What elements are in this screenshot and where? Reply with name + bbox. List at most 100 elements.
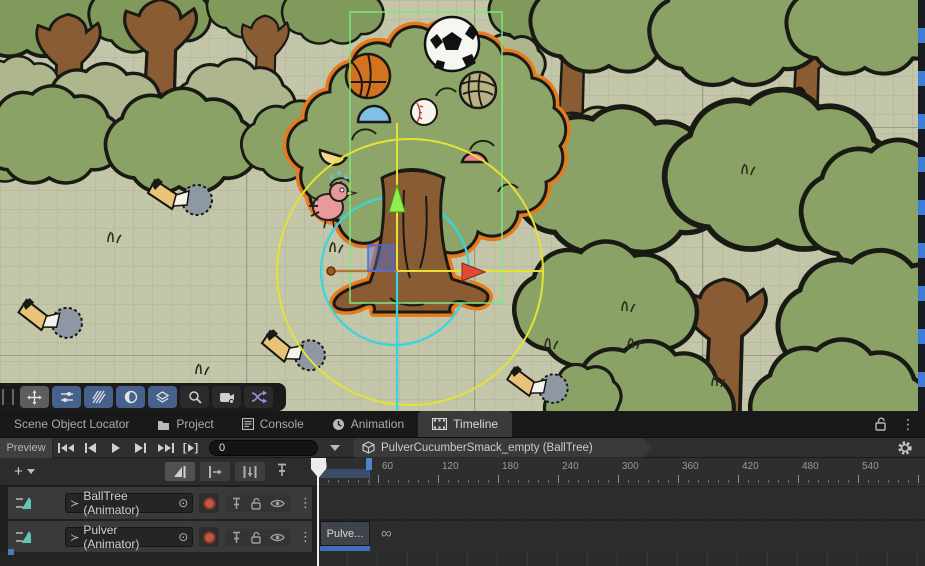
- sphere-tool-icon[interactable]: [116, 386, 145, 408]
- eye-icon[interactable]: [270, 532, 285, 543]
- record-button[interactable]: [199, 527, 219, 547]
- object-picker-icon[interactable]: ⊙: [178, 530, 188, 544]
- animation-track-icon: [16, 495, 31, 511]
- frame-number-field[interactable]: 0: [209, 440, 318, 456]
- tab-console[interactable]: Console: [228, 411, 318, 437]
- play-range-button[interactable]: []: [178, 439, 203, 457]
- playhead-line: [317, 474, 319, 566]
- shuffle-tool-icon[interactable]: [244, 386, 273, 408]
- ruler-minor-tick: [338, 480, 339, 483]
- animator-glyph-icon: ≻: [70, 531, 79, 544]
- ruler-minor-tick: [748, 480, 749, 483]
- animation-clip[interactable]: Pulve...: [320, 521, 370, 546]
- timeline-range-end-marker[interactable]: [366, 458, 372, 470]
- track-row-pulver: ≻ Pulver (Animator) ⊙ ⋮: [0, 521, 925, 553]
- scene-viewport[interactable]: [0, 0, 925, 412]
- basketball: [346, 54, 390, 98]
- ruler-label: 60: [382, 461, 393, 472]
- kebab-menu-icon[interactable]: ⋮: [901, 416, 915, 433]
- ruler-minor-tick: [828, 480, 829, 483]
- ruler-minor-tick: [528, 480, 529, 483]
- ripple-mode-button[interactable]: [200, 462, 230, 481]
- skip-end-button[interactable]: [153, 439, 178, 457]
- ruler-label: 300: [622, 461, 639, 472]
- track-row-balltree: ≻ BallTree (Animator) ⊙ ⋮: [0, 487, 925, 519]
- search-tool-icon[interactable]: [180, 386, 209, 408]
- hatch-tool-icon[interactable]: [84, 386, 113, 408]
- unlock-icon[interactable]: [874, 417, 887, 431]
- ruler-major-tick: [498, 475, 499, 483]
- timeline-breadcrumb[interactable]: PulverCucumberSmack_empty (BallTree): [354, 438, 652, 458]
- ruler-label: 120: [442, 461, 459, 472]
- folder-icon: [157, 419, 170, 430]
- sliders-tool-icon[interactable]: [52, 386, 81, 408]
- kebab-icon[interactable]: ⋮: [299, 498, 312, 508]
- pin-icon[interactable]: [231, 531, 242, 544]
- ruler-minor-tick: [458, 480, 459, 483]
- object-picker-icon[interactable]: ⊙: [178, 496, 188, 510]
- prev-frame-button[interactable]: [78, 439, 103, 457]
- ruler-major-tick: [858, 475, 859, 483]
- ruler-minor-tick: [688, 480, 689, 483]
- timeline-ruler[interactable]: 060120180240300360420480540: [317, 458, 925, 486]
- gizmo-orange-dot[interactable]: [327, 267, 335, 275]
- ruler-minor-tick: [588, 480, 589, 483]
- track-content-balltree[interactable]: [317, 487, 925, 519]
- track-header-balltree[interactable]: ≻ BallTree (Animator) ⊙ ⋮: [8, 487, 312, 519]
- tab-project[interactable]: Project: [143, 411, 227, 437]
- eye-icon[interactable]: [270, 498, 285, 509]
- track-content-pulver[interactable]: [317, 521, 925, 553]
- layers-tool-icon[interactable]: [148, 386, 177, 408]
- ruler-minor-tick: [708, 480, 709, 483]
- animator-object-field[interactable]: ≻ Pulver (Animator) ⊙: [65, 527, 193, 547]
- ruler-label: 420: [742, 461, 759, 472]
- mix-mode-button[interactable]: [165, 462, 195, 481]
- tab-scene-object-locator[interactable]: Scene Object Locator: [0, 411, 143, 437]
- skip-start-button[interactable]: [53, 439, 78, 457]
- track-label: Pulver (Animator): [83, 523, 174, 551]
- preview-toggle[interactable]: Preview: [0, 438, 53, 458]
- frame-field-dropdown-caret[interactable]: [330, 445, 340, 451]
- tab-animation[interactable]: Animation: [318, 411, 418, 437]
- timeline-transport-bar: Preview [] 0 PulverCucumberSmack_empty (…: [0, 438, 925, 458]
- xy-plane-handle-blue[interactable]: [368, 245, 394, 271]
- ruler-label: 240: [562, 461, 579, 472]
- lock-icon[interactable]: [250, 531, 262, 544]
- next-frame-button[interactable]: [128, 439, 153, 457]
- move-tool-icon[interactable]: [20, 386, 49, 408]
- gear-icon[interactable]: [897, 440, 913, 456]
- marker-pin-button[interactable]: [276, 463, 288, 483]
- ruler-minor-tick: [508, 480, 509, 483]
- track-header-pulver[interactable]: ≻ Pulver (Animator) ⊙ ⋮: [8, 521, 312, 553]
- ruler-minor-tick: [818, 480, 819, 483]
- ruler-major-tick: [618, 475, 619, 483]
- ruler-minor-tick: [428, 480, 429, 483]
- ruler-major-tick: [798, 475, 799, 483]
- lock-icon[interactable]: [250, 497, 262, 510]
- toolbar-drag-handle[interactable]: [2, 389, 14, 405]
- play-button[interactable]: [103, 439, 128, 457]
- tab-label: Animation: [351, 417, 404, 431]
- ruler-minor-tick: [518, 480, 519, 483]
- x-axis-arrow-red[interactable]: [462, 263, 485, 281]
- ruler-minor-tick: [398, 480, 399, 483]
- tab-bar-right: ⋮: [874, 411, 925, 437]
- editor-window: Scene Object Locator Project Console Ani…: [0, 0, 925, 566]
- ruler-minor-tick: [648, 480, 649, 483]
- tab-timeline[interactable]: Timeline: [418, 411, 512, 437]
- clip-selection-underline: [320, 546, 370, 551]
- animator-object-field[interactable]: ≻ BallTree (Animator) ⊙: [65, 493, 193, 513]
- ruler-minor-tick: [408, 480, 409, 483]
- record-button[interactable]: [199, 493, 219, 513]
- kebab-icon[interactable]: ⋮: [299, 532, 312, 542]
- pin-icon[interactable]: [231, 497, 242, 510]
- ruler-minor-tick: [848, 480, 849, 483]
- replace-mode-button[interactable]: [235, 462, 265, 481]
- ruler-minor-tick: [718, 480, 719, 483]
- track-toggles: [225, 529, 291, 546]
- ruler-minor-tick: [898, 480, 899, 483]
- ruler-minor-tick: [778, 480, 779, 483]
- camera-tool-icon[interactable]: [212, 386, 241, 408]
- add-track-button[interactable]: +: [14, 463, 35, 480]
- ruler-major-tick: [918, 475, 919, 483]
